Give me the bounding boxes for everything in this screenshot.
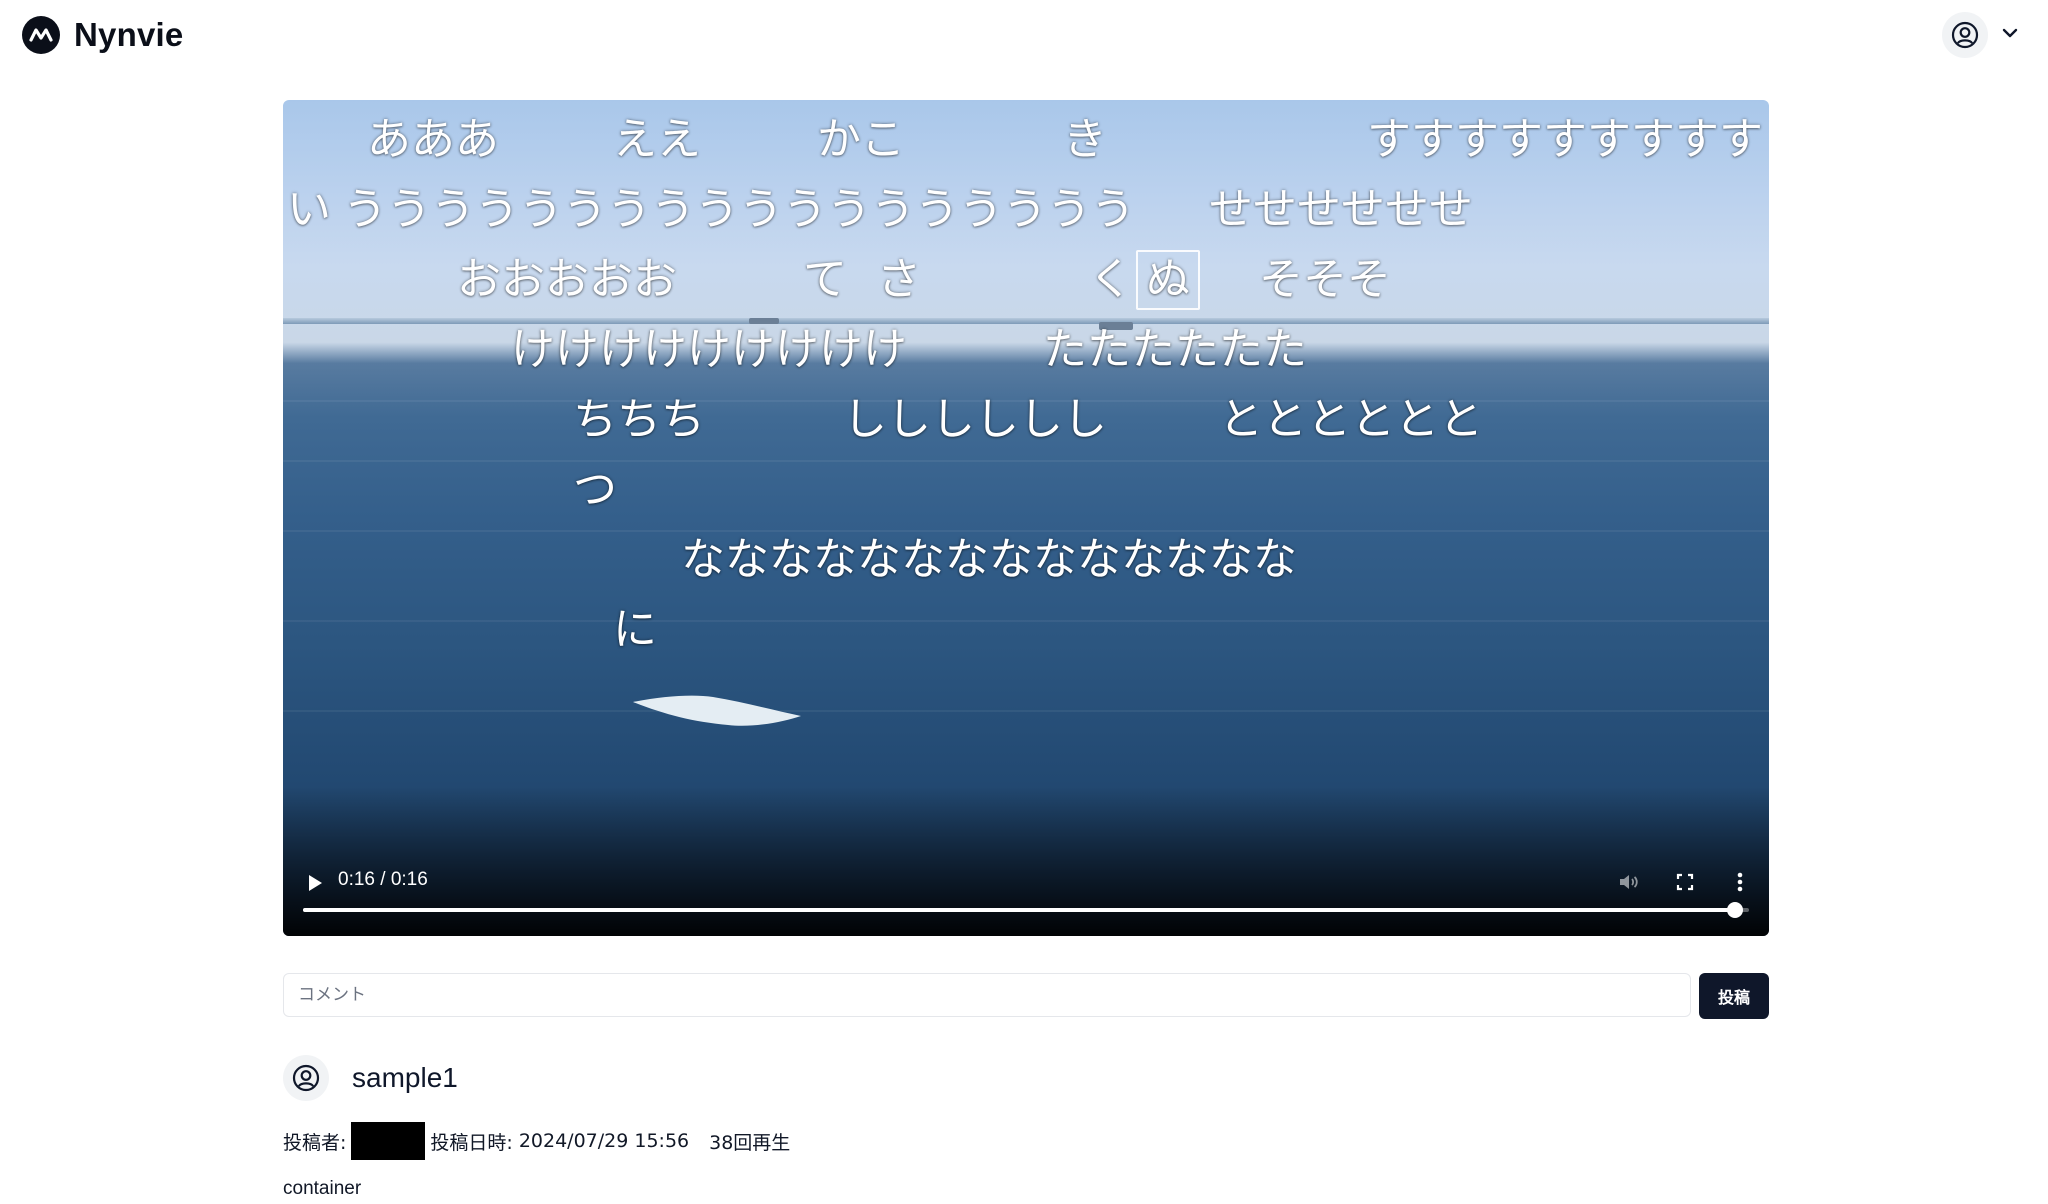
brand[interactable]: Nynvie xyxy=(22,16,183,54)
video-wave xyxy=(283,620,1769,622)
chevron-down-icon[interactable] xyxy=(2000,23,2020,47)
danmaku-comment: かこ xyxy=(817,114,905,165)
video-floating-object xyxy=(633,692,803,736)
app-header: Nynvie xyxy=(0,0,2048,72)
progress-fill xyxy=(303,908,1735,912)
danmaku-comment: き xyxy=(1063,114,1107,165)
poster-name-redacted xyxy=(351,1122,426,1160)
danmaku-comment: い xyxy=(287,184,331,235)
video-title: sample1 xyxy=(352,1062,458,1093)
user-circle-icon[interactable] xyxy=(283,1055,329,1101)
progress-handle[interactable] xyxy=(1726,902,1743,918)
volume-icon[interactable] xyxy=(1616,869,1642,895)
danmaku-comment: たたたたたた xyxy=(1043,324,1307,375)
user-circle-icon[interactable] xyxy=(1942,12,1988,58)
danmaku-comment: うううううううううううううううううう xyxy=(343,184,1135,235)
danmaku-comment: けけけけけけけけけ xyxy=(511,324,907,375)
danmaku-comment: せせせせせせ xyxy=(1209,184,1473,235)
posted-at-label: 投稿日時: xyxy=(430,1131,513,1154)
controls-overlay xyxy=(283,786,1769,936)
danmaku-comment: あああ xyxy=(367,114,499,165)
danmaku-comment: さ xyxy=(877,254,921,305)
post-button[interactable]: 投稿 xyxy=(1699,973,1769,1019)
nynvie-logo-icon xyxy=(22,16,60,54)
video-wave xyxy=(283,460,1769,462)
video-wave xyxy=(283,530,1769,532)
danmaku-comment: て xyxy=(803,254,847,305)
danmaku-comment: ちちち xyxy=(573,394,705,445)
danmaku-comment: く xyxy=(1089,254,1133,305)
danmaku-comment: ええ xyxy=(613,114,701,165)
danmaku-comment: つ xyxy=(573,464,617,515)
video-player[interactable]: あああ ええ かこ き すすすすすすすすす い うううううううううううううううう… xyxy=(283,100,1769,936)
more-vertical-icon[interactable] xyxy=(1727,869,1753,895)
danmaku-comment: に xyxy=(613,604,657,655)
app-name: Nynvie xyxy=(74,16,184,53)
fullscreen-icon[interactable] xyxy=(1672,869,1698,895)
danmaku-comment: すすすすすすすすす xyxy=(1367,114,1763,165)
video-wave xyxy=(283,710,1769,712)
danmaku-comment: なななななななななななななな xyxy=(681,534,1297,585)
video-horizon xyxy=(283,318,1769,324)
video-description: container xyxy=(283,1178,362,1199)
view-count: 38回再生 xyxy=(709,1131,791,1154)
danmaku-comment: とととととと xyxy=(1219,394,1483,445)
posted-at: 2024/07/29 15:56 xyxy=(518,1130,690,1152)
video-meta: 投稿者: 投稿日時: 2024/07/29 15:56 38回再生 xyxy=(283,1122,790,1160)
danmaku-comment: おおおおお xyxy=(457,254,677,305)
danmaku-comment: そそそ xyxy=(1259,254,1391,305)
progress-bar[interactable] xyxy=(303,902,1749,918)
comment-input[interactable] xyxy=(283,973,1691,1017)
user-menu[interactable] xyxy=(1942,12,2020,58)
play-icon[interactable] xyxy=(303,871,327,895)
playback-time: 0:16 / 0:16 xyxy=(338,869,428,890)
poster-label: 投稿者: xyxy=(283,1131,347,1154)
danmaku-comment-own: ぬ xyxy=(1136,250,1200,310)
danmaku-comment: しししししし xyxy=(843,394,1107,445)
